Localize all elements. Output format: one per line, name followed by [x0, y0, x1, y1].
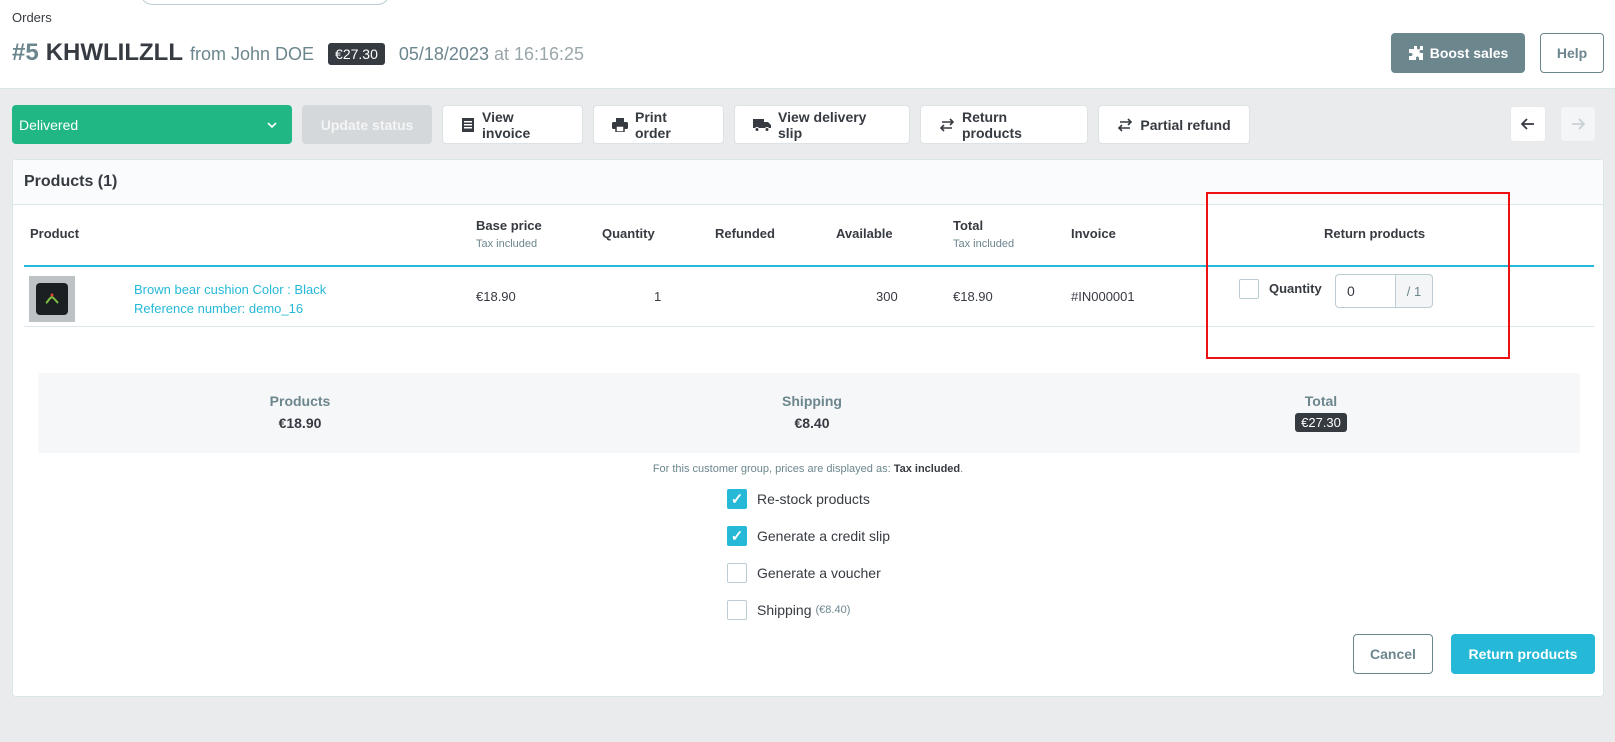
puzzle-icon: [1408, 45, 1424, 61]
view-delivery-slip-label: View delivery slip: [778, 108, 867, 141]
help-button[interactable]: Help: [1540, 33, 1604, 73]
arrow-right-icon: [1571, 118, 1585, 130]
order-status-select[interactable]: Delivered: [12, 105, 292, 144]
header-search-pill[interactable]: [140, 0, 390, 5]
partial-refund-button[interactable]: Partial refund: [1098, 105, 1250, 144]
summary-products-value: €18.90: [278, 415, 322, 431]
voucher-label: Generate a voucher: [757, 565, 881, 581]
col-base-price: Base price Tax included: [476, 218, 542, 250]
cushion-image-icon: [36, 283, 68, 315]
summary-shipping: Shipping €8.40: [662, 393, 962, 431]
col-total-sub: Tax included: [953, 238, 1015, 250]
partial-refund-label: Partial refund: [1140, 116, 1231, 133]
boost-sales-button[interactable]: Boost sales: [1391, 33, 1525, 73]
col-total-label: Total: [953, 218, 984, 233]
printer-icon: [612, 117, 628, 132]
chevron-down-icon: [266, 121, 278, 129]
order-number: #5: [12, 39, 39, 66]
option-restock[interactable]: ✓ Re-stock products: [727, 489, 870, 509]
restock-checkbox[interactable]: ✓: [727, 489, 747, 509]
order-customer: from John DOE: [190, 44, 315, 64]
cell-available: 300: [876, 289, 898, 304]
voucher-checkbox[interactable]: [727, 563, 747, 583]
order-toolbar: Delivered Update status View invoice Pri…: [12, 105, 1250, 144]
breadcrumb[interactable]: Orders: [12, 10, 52, 25]
truck-icon: [753, 118, 771, 132]
return-products-toolbar-label: Return products: [962, 108, 1022, 141]
swap-arrows-icon: [939, 117, 955, 132]
restock-label: Re-stock products: [757, 491, 870, 507]
cell-base-price: €18.90: [476, 289, 516, 304]
invoice-icon: [461, 117, 475, 133]
col-total: Total Tax included: [953, 218, 1014, 250]
print-order-label: Print order: [635, 108, 671, 141]
cell-total: €18.90: [953, 289, 993, 304]
col-invoice: Invoice: [1071, 226, 1116, 241]
order-date: 05/18/2023: [398, 44, 489, 64]
next-order-button[interactable]: [1560, 106, 1596, 142]
col-product: Product: [30, 226, 80, 241]
col-base-price-label: Base price: [476, 218, 542, 233]
view-invoice-button[interactable]: View invoice: [442, 105, 583, 144]
cancel-button[interactable]: Cancel: [1353, 634, 1433, 674]
view-invoice-label: View invoice: [482, 108, 531, 141]
shipping-checkbox[interactable]: [727, 600, 747, 620]
highlight-box: [1206, 192, 1510, 359]
option-voucher[interactable]: Generate a voucher: [727, 563, 881, 583]
credit-slip-checkbox[interactable]: ✓: [727, 526, 747, 546]
tax-note-dot: .: [960, 463, 964, 475]
update-status-button[interactable]: Update status: [302, 105, 432, 144]
order-at-word: at: [493, 44, 509, 64]
shipping-amount: (€8.40): [815, 604, 851, 616]
summary-shipping-value: €8.40: [794, 415, 830, 431]
col-base-price-sub: Tax included: [476, 238, 538, 250]
order-time: 16:16:25: [513, 44, 585, 64]
shipping-label: Shipping: [757, 602, 812, 618]
cell-invoice: #IN000001: [1071, 289, 1135, 304]
summary-products-label: Products: [269, 393, 331, 409]
summary-shipping-label: Shipping: [782, 393, 842, 409]
option-credit-slip[interactable]: ✓ Generate a credit slip: [727, 526, 890, 546]
cell-quantity: 1: [654, 289, 662, 304]
product-name: Brown bear cushion Color : Black: [134, 282, 327, 297]
return-products-submit-button[interactable]: Return products: [1451, 634, 1595, 674]
view-delivery-slip-button[interactable]: View delivery slip: [734, 105, 910, 144]
previous-order-button[interactable]: [1510, 106, 1546, 142]
col-quantity: Quantity: [602, 226, 655, 241]
product-thumbnail[interactable]: [29, 276, 75, 322]
return-products-toolbar-button[interactable]: Return products: [920, 105, 1088, 144]
order-total-badge: €27.30: [328, 43, 385, 65]
arrow-left-icon: [1521, 118, 1535, 130]
swap-arrows-icon: [1117, 117, 1133, 132]
option-shipping[interactable]: Shipping (€8.40): [727, 600, 850, 620]
boost-sales-label: Boost sales: [1429, 45, 1509, 61]
summary-total-badge: €27.30: [1295, 413, 1347, 432]
tax-note-text: For this customer group, prices are disp…: [652, 463, 891, 475]
col-available: Available: [836, 226, 893, 241]
tax-display-note: For this customer group, prices are disp…: [13, 463, 1603, 475]
product-reference: Reference number: demo_16: [134, 301, 304, 316]
order-navigation: [1510, 106, 1596, 142]
page-title: #5 KHWLILZLL from John DOE €27.30 05/18/…: [12, 38, 584, 68]
summary-total: Total €27.30: [1171, 393, 1471, 432]
order-summary: Products €18.90 Shipping €8.40 Total €27…: [38, 373, 1580, 453]
col-refunded: Refunded: [715, 226, 775, 241]
print-order-button[interactable]: Print order: [593, 105, 724, 144]
order-status-value: Delivered: [19, 116, 79, 133]
summary-products: Products €18.90: [150, 393, 450, 431]
page-header: Orders #5 KHWLILZLL from John DOE €27.30…: [0, 0, 1615, 89]
tax-note-mode: Tax included: [893, 463, 961, 475]
product-link[interactable]: Brown bear cushion Color : Black Referen…: [134, 280, 326, 318]
summary-total-label: Total: [1304, 393, 1338, 409]
credit-slip-label: Generate a credit slip: [757, 528, 891, 544]
order-reference: KHWLILZLL: [45, 39, 183, 66]
